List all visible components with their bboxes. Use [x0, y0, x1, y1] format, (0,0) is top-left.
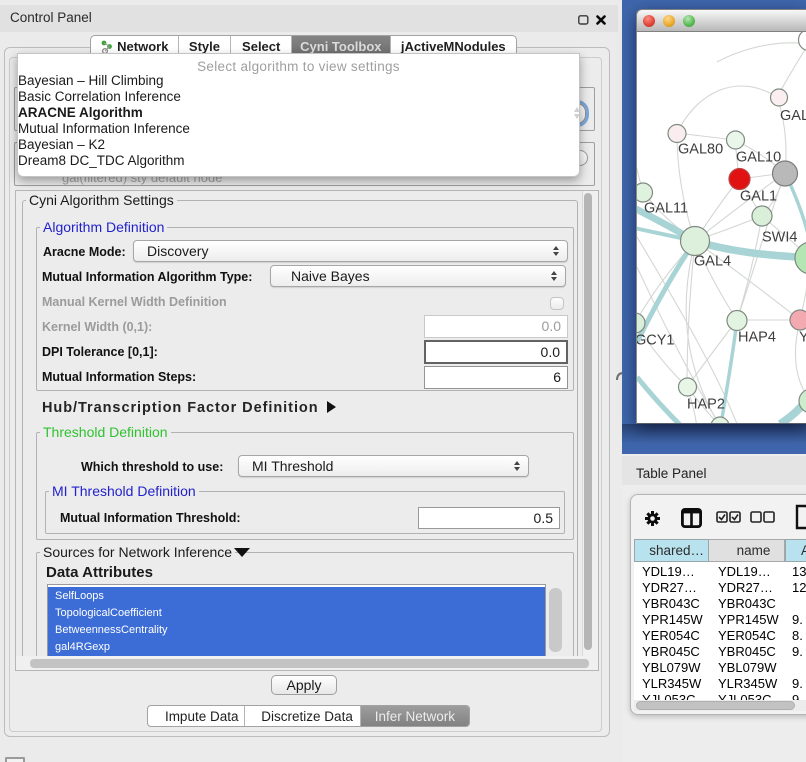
svg-text:GAL1: GAL1	[740, 189, 777, 205]
svg-text:SWI4: SWI4	[762, 230, 797, 246]
svg-text:GCY1: GCY1	[637, 333, 675, 349]
svg-text:HAP4: HAP4	[738, 330, 776, 346]
svg-text:Y: Y	[799, 330, 806, 346]
svg-text:GAL: GAL	[780, 108, 806, 124]
svg-text:HAP2: HAP2	[687, 397, 725, 413]
svg-text:GAL80: GAL80	[678, 142, 723, 158]
svg-text:GAL10: GAL10	[736, 150, 781, 166]
svg-text:GAL11: GAL11	[644, 201, 688, 217]
svg-text:GAL4: GAL4	[694, 254, 731, 270]
